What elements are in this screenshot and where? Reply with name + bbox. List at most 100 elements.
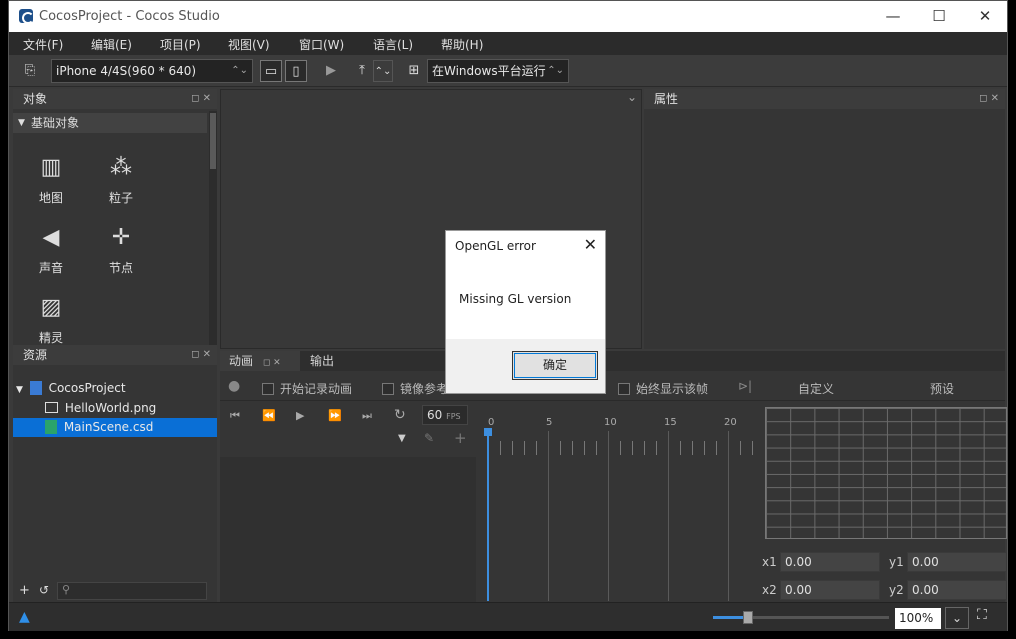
tab-animation-label: 动画: [229, 354, 254, 368]
tab-animation[interactable]: 动画 ◻ ✕: [220, 351, 300, 371]
refresh-icon[interactable]: ↺: [39, 583, 49, 597]
publish-options-icon[interactable]: ⌃⌄: [373, 60, 393, 82]
cocos-app-icon: [19, 9, 34, 24]
ok-button[interactable]: 确定: [512, 351, 598, 380]
new-document-icon[interactable]: ⎘: [19, 60, 41, 82]
close-button[interactable]: ✕: [962, 1, 1008, 32]
object-sprite-label: 精灵: [38, 331, 63, 345]
last-frame-icon[interactable]: ⏭: [362, 409, 372, 423]
objects-scrollbar[interactable]: [209, 111, 217, 345]
custom-easing-label[interactable]: 自定义: [798, 380, 834, 397]
easing-curve-grid[interactable]: [765, 407, 1007, 539]
ruler-ticks: [488, 441, 756, 455]
ruler-label: 15: [664, 417, 677, 428]
chevron-down-icon[interactable]: ⌄: [627, 90, 637, 104]
menu-language[interactable]: 语言(L): [373, 36, 413, 53]
resources-panel-header: 资源 ◻ ✕: [13, 345, 217, 365]
x2-label: x2: [762, 583, 777, 597]
object-node[interactable]: ✛ 节点: [91, 221, 151, 276]
csd-file-icon: [45, 420, 57, 434]
fit-screen-icon[interactable]: ⛶: [977, 607, 987, 623]
tree-file-helloworld[interactable]: HelloWorld.png: [45, 399, 156, 418]
menu-project[interactable]: 项目(P): [160, 36, 201, 53]
record-animation-checkbox[interactable]: 开始记录动画: [262, 380, 352, 397]
tab-output[interactable]: 输出: [302, 351, 334, 371]
add-icon[interactable]: +: [19, 583, 30, 598]
mirror-reference-label: 镜像参考: [400, 382, 449, 396]
maximize-button[interactable]: ☐: [916, 1, 962, 32]
easing-icon[interactable]: ⊳|: [738, 379, 752, 393]
title-bar: CocosProject - Cocos Studio — ☐ ✕: [9, 1, 1007, 32]
timeline[interactable]: 0 5 10 15 20: [478, 411, 758, 601]
animation-layer-list[interactable]: [220, 457, 476, 602]
always-show-frame-checkbox[interactable]: 始终显示该帧: [618, 380, 708, 397]
object-sprite[interactable]: ▨ 精灵: [21, 291, 81, 345]
preset-easing-label[interactable]: 预设: [930, 380, 954, 397]
x1-label: x1: [762, 555, 777, 569]
object-node-label: 节点: [108, 261, 133, 275]
object-audio[interactable]: ◀ 声音: [21, 221, 81, 276]
x1-input[interactable]: 0.00: [780, 552, 880, 572]
particle-icon: ⁂: [110, 155, 132, 180]
timeline-gridline: [548, 431, 549, 601]
zoom-slider[interactable]: [713, 611, 889, 624]
menu-window[interactable]: 窗口(W): [299, 36, 344, 53]
y1-input[interactable]: 0.00: [907, 552, 1007, 572]
y2-input[interactable]: 0.00: [907, 580, 1007, 600]
app-window: CocosProject - Cocos Studio — ☐ ✕ 文件(F) …: [8, 0, 1008, 631]
properties-panel-header: 属性 ◻ ✕: [644, 89, 1005, 109]
record-dot-icon[interactable]: ●: [228, 378, 240, 394]
menu-help[interactable]: 帮助(H): [441, 36, 483, 53]
landscape-icon[interactable]: ▭: [260, 60, 282, 82]
tree-file-mainscene[interactable]: MainScene.csd: [13, 418, 217, 437]
next-frame-icon[interactable]: ⏩: [328, 409, 342, 422]
category-basic-objects[interactable]: ▼ 基础对象: [13, 113, 207, 133]
first-frame-icon[interactable]: ⏮: [230, 409, 240, 423]
add-frame-icon[interactable]: +: [454, 429, 467, 447]
menu-view[interactable]: 视图(V): [228, 36, 270, 53]
fps-input[interactable]: 60 FPS: [422, 405, 468, 425]
zoom-dropdown-icon[interactable]: ⌄: [945, 607, 969, 629]
fps-value: 60: [427, 408, 443, 422]
panel-float-close-icon[interactable]: ◻ ✕: [191, 89, 211, 109]
ruler-label: 5: [546, 417, 553, 428]
object-particle-label: 粒子: [108, 191, 133, 205]
playback-controls: ⏮ ⏪ ▶ ⏩ ⏭ ↻ 60 FPS ▼ ✎ +: [220, 403, 476, 457]
objects-scroll-thumb[interactable]: [210, 113, 216, 169]
pencil-icon[interactable]: ✎: [424, 431, 434, 445]
publish-icon[interactable]: ⤒: [351, 60, 373, 82]
tree-project[interactable]: ▼ CocosProject: [16, 379, 126, 400]
dropdown-triangle-icon[interactable]: ▼: [398, 433, 406, 444]
resource-search-input[interactable]: ⚲: [57, 582, 207, 600]
checkbox-box: [618, 383, 630, 395]
mirror-reference-checkbox[interactable]: 镜像参考: [382, 380, 448, 397]
properties-panel-title: 属性: [654, 92, 679, 106]
menu-edit[interactable]: 编辑(E): [91, 36, 132, 53]
panel-float-close-icon[interactable]: ◻ ✕: [979, 89, 999, 109]
status-bar: ▲ 100% ⌄ ⛶: [9, 602, 1007, 631]
loop-icon[interactable]: ↻: [394, 407, 406, 423]
animation-panel: 动画 ◻ ✕ 输出 ● 开始记录动画 镜像参考 始终显示该帧 ⊳| 自定义 预设…: [220, 351, 1007, 602]
zoom-slider-thumb[interactable]: [743, 611, 753, 624]
portrait-icon[interactable]: ▯: [285, 60, 307, 82]
object-particle[interactable]: ⁂ 粒子: [91, 151, 151, 206]
close-icon[interactable]: ✕: [584, 235, 597, 254]
panel-float-close-icon[interactable]: ◻ ✕: [263, 358, 281, 368]
opengl-error-dialog: OpenGL error ✕ Missing GL version 确定: [445, 230, 606, 394]
x2-input[interactable]: 0.00: [780, 580, 880, 600]
menu-file[interactable]: 文件(F): [23, 36, 63, 53]
device-select[interactable]: iPhone 4/4S(960 * 640) ⌃⌄: [51, 59, 253, 83]
play-icon[interactable]: ▶: [296, 409, 304, 422]
minimize-button[interactable]: —: [870, 1, 916, 32]
record-animation-label: 开始记录动画: [280, 382, 353, 396]
previous-frame-icon[interactable]: ⏪: [262, 409, 276, 422]
node-crosshair-icon: ✛: [111, 225, 131, 250]
play-icon[interactable]: ▶: [320, 60, 342, 82]
object-map[interactable]: ▥ 地图: [21, 151, 81, 206]
panel-float-close-icon[interactable]: ◻ ✕: [191, 345, 211, 365]
warning-icon[interactable]: ▲: [19, 609, 30, 625]
checkbox-box: [262, 383, 274, 395]
run-target-select[interactable]: 在Windows平台运行 ⌃⌄: [427, 59, 569, 83]
zoom-input[interactable]: 100%: [895, 608, 941, 629]
ruler-label: 20: [724, 417, 737, 428]
